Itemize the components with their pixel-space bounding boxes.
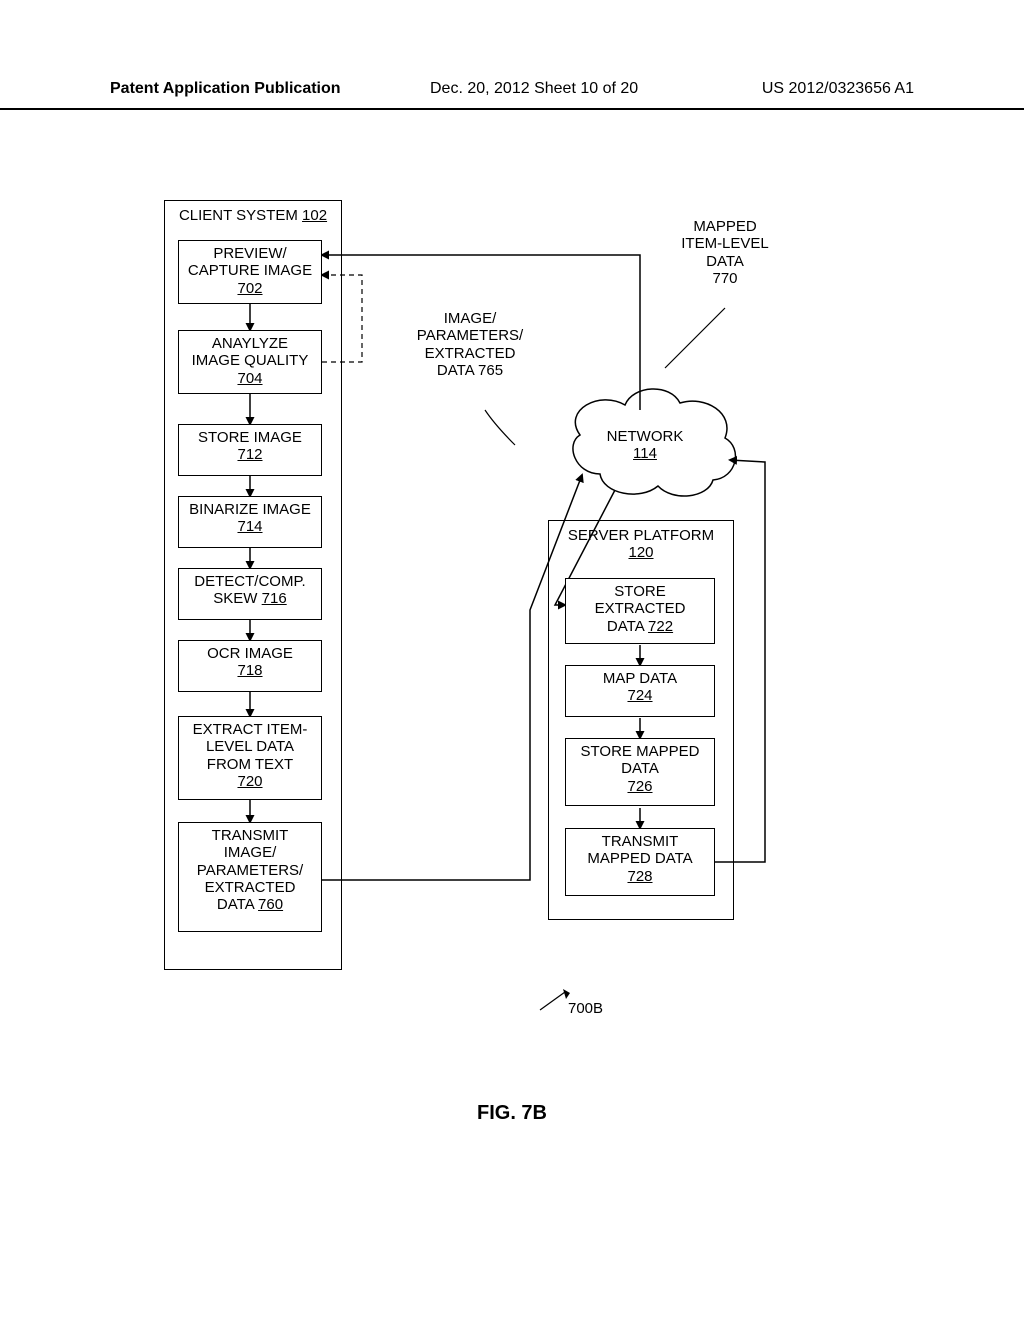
header-mid: Dec. 20, 2012 Sheet 10 of 20 bbox=[430, 80, 638, 98]
diagram-7b: CLIENT SYSTEM 102 PREVIEW/CAPTURE IMAGE … bbox=[150, 200, 880, 1070]
box-preview-capture: PREVIEW/CAPTURE IMAGE 702 bbox=[178, 240, 322, 304]
text-760: TRANSMITIMAGE/PARAMETERS/EXTRACTEDDATA bbox=[197, 827, 303, 913]
server-platform-ref: 120 bbox=[628, 544, 653, 561]
text-720: EXTRACT ITEM-LEVEL DATAFROM TEXT bbox=[193, 721, 308, 773]
text-716: DETECT/COMP.SKEW bbox=[194, 573, 305, 607]
client-system-title: CLIENT SYSTEM 102 bbox=[165, 201, 341, 226]
box-ocr: OCR IMAGE 718 bbox=[178, 640, 322, 692]
ref-722: 722 bbox=[648, 618, 673, 635]
box-analyze-quality: ANAYLYZEIMAGE QUALITY 704 bbox=[178, 330, 322, 394]
network-title: NETWORK bbox=[607, 428, 684, 445]
header-left: Patent Application Publication bbox=[110, 80, 341, 98]
label-770: MAPPEDITEM-LEVELDATA770 bbox=[670, 218, 780, 287]
box-extract: EXTRACT ITEM-LEVEL DATAFROM TEXT 720 bbox=[178, 716, 322, 800]
header-right: US 2012/0323656 A1 bbox=[762, 80, 914, 98]
text-702: PREVIEW/CAPTURE IMAGE bbox=[188, 245, 312, 279]
text-714: BINARIZE IMAGE bbox=[189, 501, 311, 518]
ref-728: 728 bbox=[627, 868, 652, 885]
ref-718: 718 bbox=[237, 662, 262, 679]
label-765: IMAGE/PARAMETERS/EXTRACTEDDATA 765 bbox=[410, 310, 530, 379]
ref-726: 726 bbox=[627, 778, 652, 795]
text-704: ANAYLYZEIMAGE QUALITY bbox=[192, 335, 309, 369]
ref-760: 760 bbox=[258, 896, 283, 913]
server-platform-title-text: SERVER PLATFORM bbox=[568, 527, 714, 544]
box-store-extracted: STOREEXTRACTEDDATA 722 bbox=[565, 578, 715, 644]
ref-724: 724 bbox=[627, 687, 652, 704]
ref-714: 714 bbox=[237, 518, 262, 535]
box-transmit-mapped: TRANSMITMAPPED DATA 728 bbox=[565, 828, 715, 896]
text-712: STORE IMAGE bbox=[198, 429, 302, 446]
label-700b: 700B bbox=[568, 1000, 603, 1017]
server-platform-title: SERVER PLATFORM 120 bbox=[549, 521, 733, 563]
client-system-title-text: CLIENT SYSTEM bbox=[179, 207, 298, 224]
text-726: STORE MAPPEDDATA bbox=[581, 743, 700, 777]
ref-712: 712 bbox=[237, 446, 262, 463]
ref-702: 702 bbox=[237, 280, 262, 297]
text-718: OCR IMAGE bbox=[207, 645, 293, 662]
box-store-image: STORE IMAGE 712 bbox=[178, 424, 322, 476]
text-728: TRANSMITMAPPED DATA bbox=[587, 833, 692, 867]
ref-720: 720 bbox=[237, 773, 262, 790]
box-map-data: MAP DATA 724 bbox=[565, 665, 715, 717]
client-system-ref: 102 bbox=[302, 207, 327, 224]
ref-716: 716 bbox=[262, 590, 287, 607]
text-724: MAP DATA bbox=[603, 670, 677, 687]
page: Patent Application Publication Dec. 20, … bbox=[0, 0, 1024, 1320]
box-skew: DETECT/COMP.SKEW 716 bbox=[178, 568, 322, 620]
page-header: Patent Application Publication Dec. 20, … bbox=[0, 80, 1024, 110]
ref-704: 704 bbox=[237, 370, 262, 387]
box-transmit-client: TRANSMITIMAGE/PARAMETERS/EXTRACTEDDATA 7… bbox=[178, 822, 322, 932]
network-ref: 114 bbox=[633, 445, 657, 462]
box-store-mapped: STORE MAPPEDDATA 726 bbox=[565, 738, 715, 806]
network-cloud: NETWORK 114 bbox=[600, 428, 690, 462]
box-binarize: BINARIZE IMAGE 714 bbox=[178, 496, 322, 548]
figure-label: FIG. 7B bbox=[0, 1102, 1024, 1125]
